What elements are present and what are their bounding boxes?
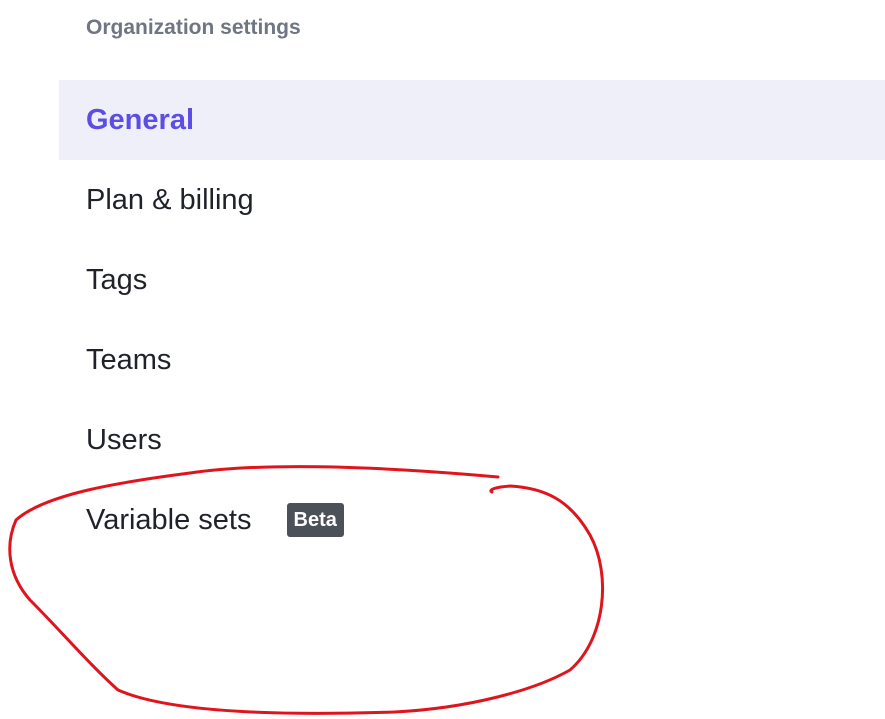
nav-item-teams[interactable]: Teams [59,320,885,400]
beta-badge: Beta [286,503,344,537]
nav-item-general[interactable]: General [59,80,885,160]
nav-item-label: Variable sets [86,503,252,536]
nav-item-tags[interactable]: Tags [59,240,885,320]
nav-item-label: Tags [86,263,148,296]
nav-item-label: Teams [86,343,172,376]
nav-item-label: General [86,103,194,136]
nav-item-users[interactable]: Users [59,400,885,480]
nav-item-label: Users [86,423,162,456]
nav-item-label: Plan & billing [86,183,254,216]
section-heading: Organization settings [86,16,301,39]
nav-item-plan-billing[interactable]: Plan & billing [59,160,885,240]
nav-item-variable-sets[interactable]: Variable sets Beta [59,480,885,560]
